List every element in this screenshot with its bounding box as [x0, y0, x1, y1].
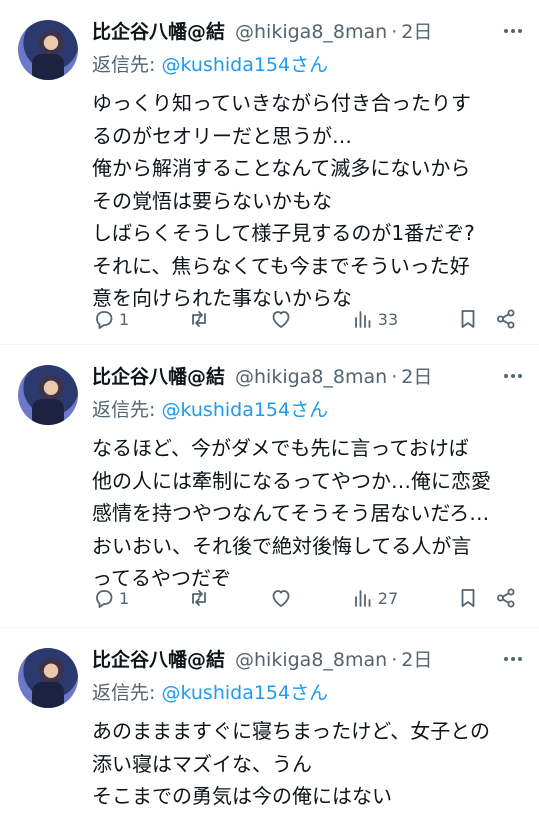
reply-to-user-link[interactable]: @kushida154さん: [161, 399, 328, 421]
tweet-text-line: なるほど、今がダメでも先に言っておけば: [92, 436, 469, 460]
avatar[interactable]: [18, 365, 78, 425]
share-icon[interactable]: [494, 586, 518, 610]
display-name[interactable]: 比企谷八幡@結: [92, 17, 225, 44]
tweet-header: 比企谷八幡@結 @hikiga8_8man · 2日: [92, 645, 525, 673]
tweet-text: なるほど、今がダメでも先に言っておけば 他の人には牽制になるってやつか…俺に恋愛…: [92, 432, 525, 595]
more-icon[interactable]: [501, 647, 525, 671]
reply-to-label: 返信先:: [92, 682, 162, 704]
share-icon[interactable]: [494, 307, 518, 331]
separator-dot: ·: [391, 21, 398, 43]
bookmark-icon[interactable]: [456, 586, 480, 610]
tweet[interactable]: 比企谷八幡@結 @hikiga8_8man · 2日 返信先: @kushida…: [0, 345, 539, 628]
tweet-text: あのままますぐに寝ちまったけど、女子との 添い寝はマズイな、うん そこまでの勇気…: [92, 715, 525, 813]
tweet-content: 比企谷八幡@結 @hikiga8_8man · 2日 返信先: @kushida…: [92, 362, 525, 595]
timestamp[interactable]: 2日: [401, 362, 432, 389]
view-count: 27: [377, 588, 399, 608]
tweet-actions-right: [456, 586, 518, 610]
tweet[interactable]: 比企谷八幡@結 @hikiga8_8man · 2日 返信先: @kushida…: [0, 628, 539, 808]
tweet-text-line: しばらくそうして様子見するのが1番だぞ?: [92, 221, 475, 245]
timestamp[interactable]: 2日: [401, 17, 432, 44]
views-icon: [354, 590, 371, 607]
reply-icon: [96, 590, 113, 608]
tweet-text: ゆっくり知っていきながら付き合ったりす るのがセオリーだと思うが… 俺から解消す…: [92, 87, 525, 315]
tweet-text-line: そこまでの勇気は今の俺にはない: [92, 784, 392, 808]
reply-button[interactable]: 1: [92, 307, 129, 331]
reply-to-user-link[interactable]: @kushida154さん: [161, 54, 328, 76]
timestamp[interactable]: 2日: [401, 645, 432, 672]
user-handle[interactable]: @hikiga8_8man: [235, 649, 387, 671]
tweet-text-line: 添い寝はマズイな、うん: [92, 751, 312, 776]
tweet-text-line: おいおい、それ後で絶対後悔してる人が言: [92, 533, 472, 558]
avatar[interactable]: [18, 20, 78, 80]
reply-to-label: 返信先:: [92, 54, 162, 76]
tweet-text-line: 俺から解消することなんて滅多にないから: [92, 156, 471, 180]
reply-button[interactable]: 1: [92, 586, 129, 610]
like-button[interactable]: [269, 586, 293, 610]
retweet-icon: [192, 590, 206, 606]
heart-icon: [272, 311, 290, 328]
reply-to-user-link[interactable]: @kushida154さん: [161, 682, 328, 704]
reply-to: 返信先: @kushida154さん: [92, 677, 525, 709]
tweet-content: 比企谷八幡@結 @hikiga8_8man · 2日 返信先: @kushida…: [92, 17, 525, 315]
retweet-button[interactable]: [187, 586, 211, 610]
reply-to: 返信先: @kushida154さん: [92, 49, 525, 81]
display-name[interactable]: 比企谷八幡@結: [92, 362, 225, 389]
reply-count: 1: [119, 309, 130, 329]
tweet-text-line: 感情を持つやつなんてそうそう居ないだろ…: [92, 501, 490, 525]
separator-dot: ·: [391, 649, 398, 671]
tweet-text-line: るのがセオリーだと思うが…: [92, 123, 352, 148]
more-icon[interactable]: [501, 364, 525, 388]
more-icon[interactable]: [501, 19, 525, 43]
reply-to: 返信先: @kushida154さん: [92, 394, 525, 426]
tweet-text-line: あのままますぐに寝ちまったけど、女子との: [92, 719, 490, 743]
retweet-button[interactable]: [187, 307, 211, 331]
tweet-text-line: 他の人には牽制になるってやつか…俺に恋愛: [92, 468, 491, 493]
reply-to-label: 返信先:: [92, 399, 162, 421]
tweet-actions-right: [456, 307, 518, 331]
action-bar: 1 27: [92, 585, 518, 611]
heart-icon: [272, 590, 290, 607]
user-handle[interactable]: @hikiga8_8man: [235, 366, 387, 388]
views-button[interactable]: 33: [351, 307, 398, 331]
tweet-text-line: それに、焦らなくても今までそういった好: [92, 253, 470, 278]
tweet[interactable]: 比企谷八幡@結 @hikiga8_8man · 2日 返信先: @kushida…: [0, 0, 539, 345]
user-handle[interactable]: @hikiga8_8man: [235, 21, 387, 43]
bookmark-icon[interactable]: [456, 307, 480, 331]
tweet-text-line: その覚悟は要らないかもな: [92, 188, 332, 213]
views-icon: [354, 311, 371, 328]
avatar[interactable]: [18, 648, 78, 708]
like-button[interactable]: [269, 307, 293, 331]
reply-count: 1: [119, 588, 130, 608]
reply-icon: [96, 311, 113, 329]
tweet-text-line: ゆっくり知っていきながら付き合ったりす: [92, 91, 471, 115]
retweet-icon: [192, 311, 206, 327]
view-count: 33: [377, 309, 399, 329]
tweet-header: 比企谷八幡@結 @hikiga8_8man · 2日: [92, 17, 525, 45]
tweet-header: 比企谷八幡@結 @hikiga8_8man · 2日: [92, 362, 525, 390]
tweet-content: 比企谷八幡@結 @hikiga8_8man · 2日 返信先: @kushida…: [92, 645, 525, 813]
views-button[interactable]: 27: [351, 586, 398, 610]
action-bar: 1 33: [92, 306, 518, 332]
display-name[interactable]: 比企谷八幡@結: [92, 645, 225, 672]
separator-dot: ·: [391, 366, 398, 388]
